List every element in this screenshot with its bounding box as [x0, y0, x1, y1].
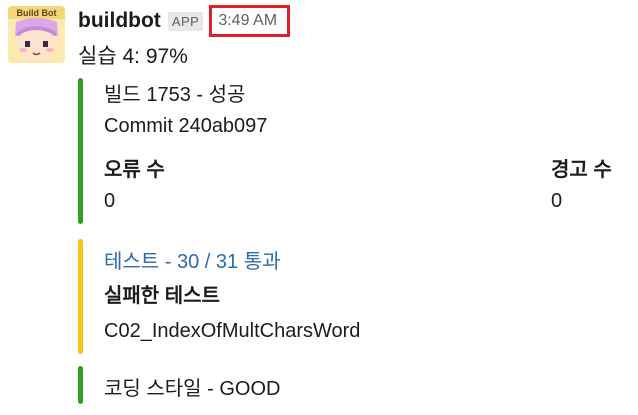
field-title-failed-tests: 실패한 테스트 — [104, 285, 220, 307]
avatar-text: Build Bot — [17, 8, 57, 18]
attachment-title: 코딩 스타일 - GOOD — [104, 378, 281, 400]
field-value-failed-tests: C02_IndexOfMultCharsWord — [104, 320, 361, 342]
field-title-errors: 오류 수 — [104, 159, 165, 181]
attachment-subtitle: Commit 240ab097 — [104, 115, 268, 137]
message-text: 실습 4: 97% — [78, 45, 188, 68]
message-header: buildbot APP 3:49 AM — [78, 5, 291, 37]
attachment-title-link[interactable]: 테스트 - 30 / 31 통과 — [104, 245, 281, 274]
field-value-warnings: 0 — [551, 190, 563, 212]
bot-avatar[interactable]: Build Bot — [8, 6, 65, 63]
attachment-color-bar — [78, 239, 83, 354]
attachment-title: 빌드 1753 - 성공 — [104, 84, 246, 106]
attachment-build: 빌드 1753 - 성공 Commit 240ab097 오류 수 0 경고 수… — [78, 78, 634, 224]
attachment-tests: 테스트 - 30 / 31 통과 실패한 테스트 C02_IndexOfMult… — [78, 239, 634, 354]
field-value-errors: 0 — [104, 190, 116, 212]
app-badge: APP — [167, 11, 204, 31]
field-title-warnings: 경고 수 — [551, 159, 612, 181]
bot-name-link[interactable]: buildbot — [78, 9, 161, 33]
attachment-color-bar — [78, 78, 83, 224]
attachment-color-bar — [78, 366, 83, 404]
attachment-style: 코딩 스타일 - GOOD — [78, 366, 634, 404]
message-timestamp[interactable]: 3:49 AM — [209, 5, 291, 37]
